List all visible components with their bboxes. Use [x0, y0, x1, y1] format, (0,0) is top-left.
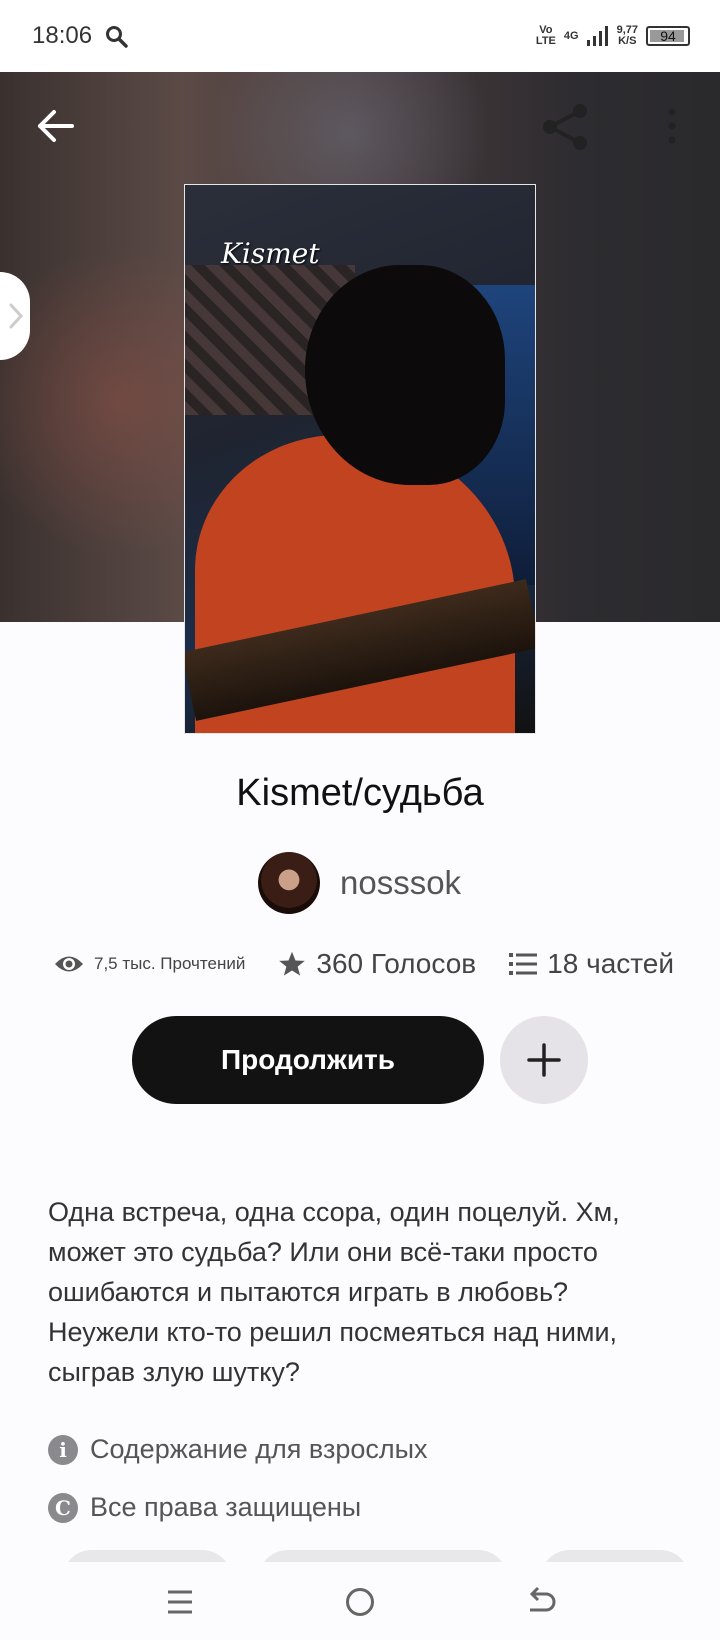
- chevron-right-icon: [9, 303, 24, 329]
- author-avatar[interactable]: [258, 852, 320, 914]
- more-vertical-icon[interactable]: [660, 104, 684, 148]
- copyright-label: Все права защищены: [90, 1492, 362, 1522]
- book-title: Kismet/судьба: [236, 772, 484, 814]
- book-description: Одна встреча, одна ссора, один поцелуй. …: [48, 1197, 620, 1387]
- eye-icon: [55, 956, 83, 972]
- share-icon[interactable]: [540, 102, 592, 152]
- author-row[interactable]: nosssok: [258, 852, 461, 914]
- reads-count: 7,5 тыс. Прочтений: [94, 954, 246, 973]
- search-icon: [106, 26, 128, 48]
- back-icon[interactable]: [520, 1582, 560, 1622]
- tag-chip[interactable]: [62, 1550, 232, 1562]
- cover-title-text: Kismet: [221, 237, 320, 270]
- copyright-icon: C: [48, 1492, 78, 1523]
- votes-stat: 360 Голосов: [278, 948, 476, 980]
- mature-content-label: Содержание для взрослых: [90, 1434, 428, 1464]
- back-arrow-icon[interactable]: [34, 104, 78, 148]
- system-nav-bar: [0, 1562, 720, 1640]
- tag-chip[interactable]: [258, 1550, 508, 1562]
- menu-icon[interactable]: [160, 1582, 200, 1622]
- network-type: 4G: [563, 29, 579, 42]
- star-icon: [279, 951, 306, 976]
- parts-stat[interactable]: 18 частей: [509, 948, 674, 980]
- add-to-library-button[interactable]: [500, 1016, 588, 1104]
- battery-level: 94: [660, 28, 676, 44]
- book-cover[interactable]: Kismet: [184, 184, 536, 734]
- tag-chips-row: [0, 1550, 720, 1562]
- parts-count[interactable]: 18 частей: [547, 948, 674, 980]
- plus-icon: [527, 1043, 561, 1077]
- status-indicators: Vo LTE 4G 9,77 K/S 94: [536, 22, 690, 50]
- signal-icon: [586, 26, 608, 46]
- list-icon: [509, 953, 538, 975]
- votes-count: 360 Голосов: [316, 948, 477, 979]
- network-speed: 9,77 K/S: [616, 24, 638, 47]
- volte-indicator: Vo LTE: [535, 24, 556, 47]
- status-bar: 18:06 Vo LTE 4G 9,77 K/S 94: [0, 0, 720, 72]
- copyright-tag: C Все права защищены: [48, 1492, 361, 1523]
- author-name[interactable]: nosssok: [340, 864, 461, 902]
- info-icon: i: [48, 1434, 78, 1465]
- home-circle-icon[interactable]: [340, 1582, 380, 1622]
- stats-row: 7,5 тыс. Прочтений 360 Голосов 18 частей: [54, 948, 674, 980]
- tag-chip[interactable]: [540, 1550, 690, 1562]
- reads-stat: 7,5 тыс. Прочтений: [54, 953, 245, 975]
- status-time: 18:06: [32, 22, 93, 49]
- mature-content-tag: i Содержание для взрослых: [48, 1434, 428, 1465]
- battery-icon: 94: [646, 26, 690, 46]
- continue-reading-button[interactable]: Продолжить: [132, 1016, 484, 1104]
